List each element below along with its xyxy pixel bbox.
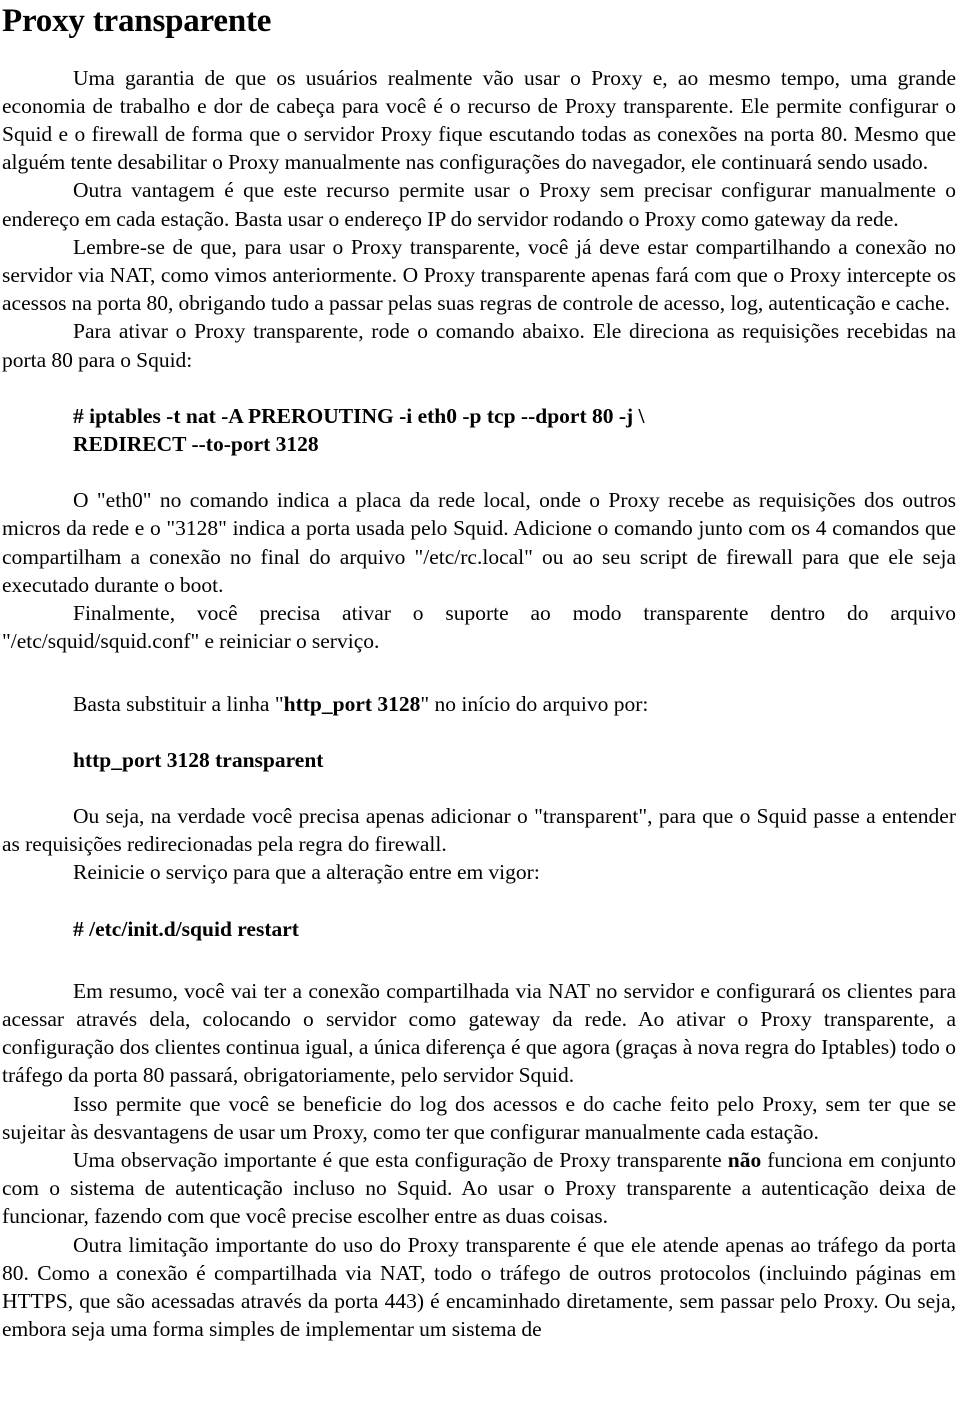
- paragraph-intro: Uma garantia de que os usuários realment…: [2, 65, 956, 175]
- title-spacer: [2, 39, 956, 64]
- replace-line-code: http_port 3128: [283, 691, 421, 716]
- paragraph-summary: Em resumo, você vai ter a conexão compar…: [2, 978, 956, 1088]
- command-iptables-line-2: REDIRECT --to-port 3128: [73, 432, 319, 457]
- paragraph-restart-intro: Reinicie o serviço para que a alteração …: [73, 860, 540, 885]
- paragraph-eth0-explanation: O "eth0" no comando indica a placa da re…: [2, 488, 956, 597]
- paragraph-replace-line: Basta substituir a linha "http_port 3128…: [2, 690, 956, 718]
- command-http-port-transparent: http_port 3128 transparent: [73, 747, 324, 772]
- replace-line-suffix: " no início do arquivo por:: [420, 691, 649, 716]
- paragraph-activate-intro: Para ativar o Proxy transparente, rode o…: [2, 319, 956, 372]
- document-page: Proxy transparente Uma garantia de que o…: [0, 0, 960, 1410]
- paragraph-nat-reminder: Lembre-se de que, para usar o Proxy tran…: [2, 234, 956, 316]
- gap-after-command-httpport: [2, 774, 956, 802]
- gap-after-command-iptables: [2, 458, 956, 486]
- replace-line-prefix: Basta substituir a linha ": [73, 691, 284, 716]
- paragraph-benefits: Isso permite que você se beneficie do lo…: [2, 1091, 956, 1144]
- gap-before-command-iptables: [2, 374, 956, 402]
- gap-after-command-restart: [2, 943, 956, 977]
- page-title: Proxy transparente: [2, 3, 272, 39]
- gap-before-command-httpport: [2, 718, 956, 746]
- paragraph-transparent-keyword: Ou seja, na verdade você precisa apenas …: [2, 803, 956, 857]
- paragraph-squid-conf: Finalmente, você precisa ativar o suport…: [2, 601, 956, 654]
- paragraph-auth-limitation: Uma observação importante é que esta con…: [2, 1146, 956, 1231]
- auth-limitation-emphasis: não: [727, 1147, 762, 1172]
- paragraph-port80-limitation: Outra limitação importante do uso do Pro…: [2, 1232, 956, 1342]
- gap-before-replace-line: [2, 656, 956, 690]
- command-iptables-line-1: # iptables -t nat -A PREROUTING -i eth0 …: [73, 403, 645, 428]
- command-squid-restart: # /etc/init.d/squid restart: [73, 916, 299, 941]
- auth-limitation-prefix: Uma observação importante é que esta con…: [73, 1147, 728, 1172]
- gap-before-command-restart: [2, 887, 956, 915]
- paragraph-advantage: Outra vantagem é que este recurso permit…: [2, 178, 956, 231]
